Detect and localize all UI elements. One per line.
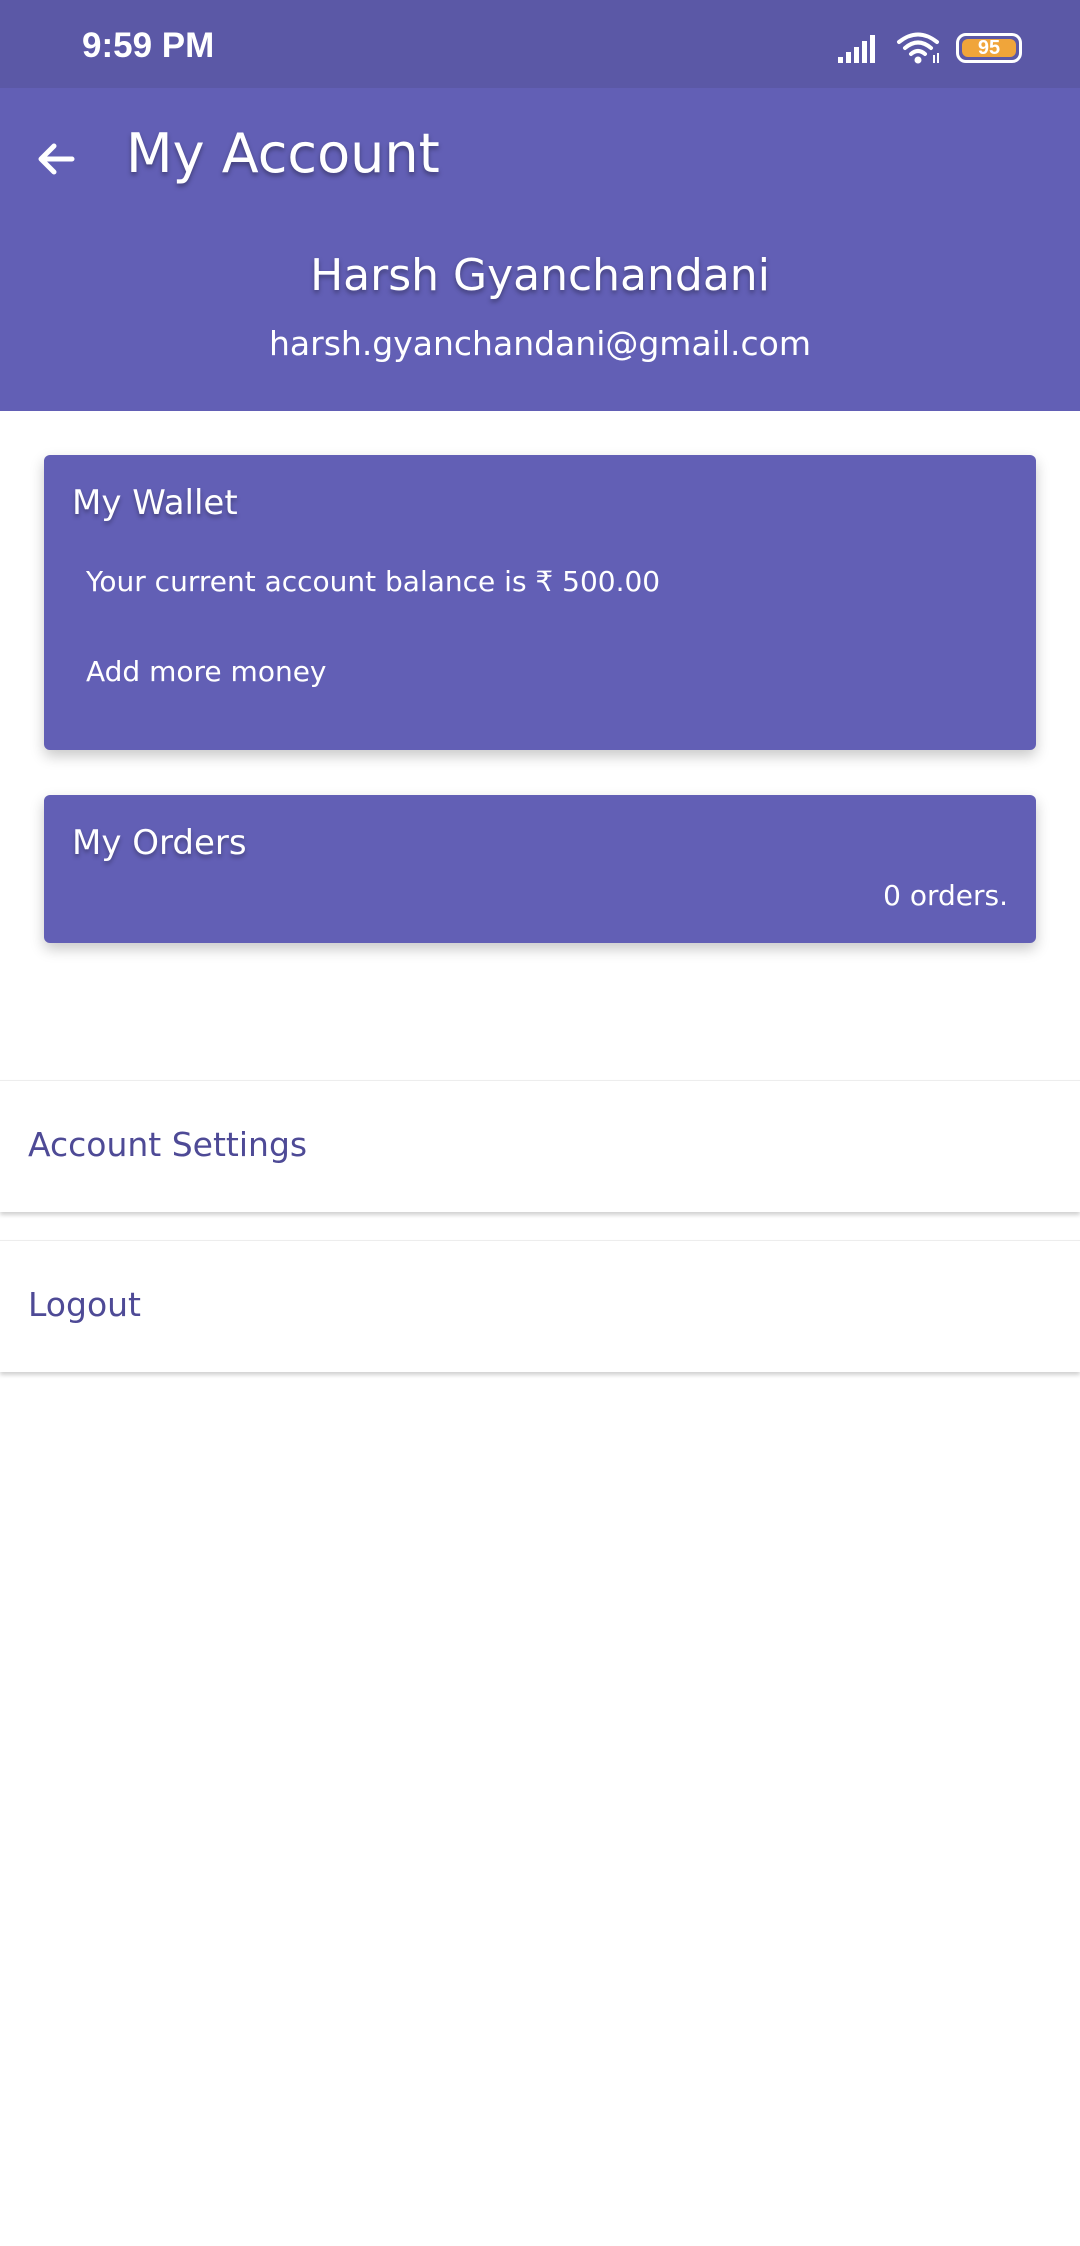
- status-icons: 95: [838, 28, 1022, 68]
- app-bar: My Account Harsh Gyanchandani harsh.gyan…: [0, 88, 1080, 411]
- orders-count: 0 orders.: [883, 879, 1008, 912]
- wallet-title: My Wallet: [72, 483, 238, 523]
- signal-icon: [838, 35, 875, 63]
- status-time: 9:59 PM: [82, 26, 215, 65]
- wallet-card[interactable]: My Wallet Your current account balance i…: [44, 455, 1036, 750]
- profile-email: harsh.gyanchandani@gmail.com: [269, 324, 811, 363]
- orders-card[interactable]: My Orders 0 orders.: [44, 795, 1036, 943]
- arrow-back-icon[interactable]: [30, 133, 82, 185]
- profile-name: Harsh Gyanchandani: [310, 250, 770, 301]
- account-settings-item[interactable]: Account Settings: [0, 1080, 1080, 1212]
- battery-level: 95: [977, 36, 1001, 59]
- orders-title: My Orders: [72, 823, 247, 863]
- wifi-icon: [897, 32, 939, 64]
- page-title: My Account: [126, 122, 440, 185]
- add-money-button[interactable]: Add more money: [86, 655, 327, 688]
- account-settings-label: Account Settings: [28, 1125, 308, 1164]
- status-bar: 9:59 PM 95: [0, 0, 1080, 88]
- battery-icon: 95: [956, 33, 1022, 63]
- logout-item[interactable]: Logout: [0, 1240, 1080, 1372]
- wallet-balance: Your current account balance is ₹ 500.00: [86, 565, 661, 598]
- logout-label: Logout: [28, 1285, 141, 1324]
